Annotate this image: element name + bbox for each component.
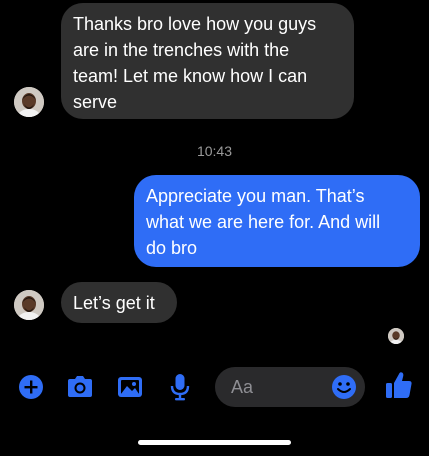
photo-icon (118, 377, 142, 397)
message-bubble-outgoing[interactable]: Appreciate you man. That’s what we are h… (134, 175, 420, 267)
thumbs-up-icon (386, 372, 412, 398)
message-text-line: serve (73, 92, 118, 112)
contact-avatar-image (14, 87, 44, 117)
camera-icon (68, 376, 92, 397)
message-text-line: Thanks bro love how you guys (73, 14, 317, 34)
contact-avatar-image (14, 290, 44, 320)
emoji-button[interactable] (331, 374, 357, 400)
message-text-line: team! Let me know how I can (73, 66, 308, 86)
message-text-line: what we are here for. And will (146, 212, 381, 232)
contact-avatar[interactable] (14, 87, 44, 117)
message-bubble-incoming[interactable]: Thanks bro love how you guys are in the … (61, 3, 354, 119)
plus-circle-icon (19, 375, 43, 399)
message-text-line: Let’s get it (73, 293, 155, 313)
contact-avatar[interactable] (14, 290, 44, 320)
message-composer (0, 362, 429, 412)
camera-button[interactable] (65, 372, 95, 402)
emoji-icon (332, 375, 356, 399)
like-button[interactable] (384, 370, 414, 400)
message-bubble-incoming[interactable]: Let’s get it (61, 282, 177, 323)
microphone-icon (170, 374, 190, 401)
message-text-line: Appreciate you man. That’s (146, 186, 365, 206)
voice-message-button[interactable] (165, 372, 195, 402)
message-timestamp: 10:43 (196, 143, 233, 159)
message-text-line: do bro (146, 238, 198, 258)
gallery-button[interactable] (115, 372, 145, 402)
read-receipt-avatar-image (388, 328, 404, 344)
more-actions-button[interactable] (16, 372, 46, 402)
message-input-field[interactable] (215, 367, 365, 407)
message-input[interactable] (231, 367, 321, 407)
home-indicator[interactable] (138, 440, 291, 445)
read-receipt-avatar (388, 328, 404, 344)
message-text-line: are in the trenches with the (73, 40, 290, 60)
